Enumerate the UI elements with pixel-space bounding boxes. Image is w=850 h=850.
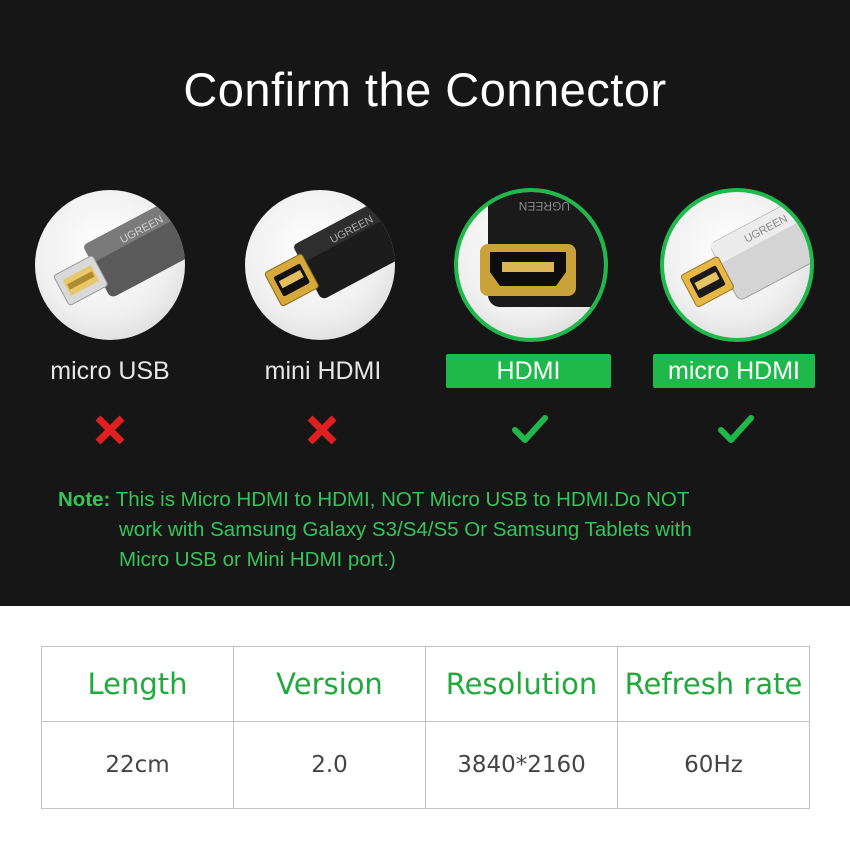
micro-usb-connector-image: UGREEN: [35, 190, 185, 340]
brand-text: UGREEN: [519, 199, 570, 213]
spec-header-version: Version: [233, 646, 426, 722]
micro-hdmi-connector-image: UGREEN: [660, 188, 814, 342]
x-mark-icon: [302, 412, 342, 446]
note-line-3: Micro USB or Mini HDMI port.): [119, 548, 396, 571]
spec-value-refresh-rate: 60Hz: [617, 721, 810, 809]
specs-value-row: 22cm 2.0 3840*2160 60Hz: [41, 721, 810, 809]
specs-table: Length Version Resolution Refresh rate 2…: [41, 646, 810, 809]
checkmark-icon: [510, 412, 550, 446]
checkmark-icon: [716, 412, 756, 446]
spec-header-refresh-rate: Refresh rate: [617, 646, 810, 722]
page-title: Confirm the Connector: [183, 63, 667, 116]
specs-header-row: Length Version Resolution Refresh rate: [41, 646, 810, 722]
note-line-1: This is Micro HDMI to HDMI, NOT Micro US…: [115, 488, 690, 511]
spec-header-resolution: Resolution: [425, 646, 618, 722]
x-mark-icon: [90, 412, 130, 446]
compatibility-note: Note: This is Micro HDMI to HDMI, NOT Mi…: [58, 485, 818, 575]
spec-header-length: Length: [41, 646, 234, 722]
connector-label-micro-usb: micro USB: [50, 357, 170, 385]
spec-value-length: 22cm: [41, 721, 234, 809]
connector-label-micro-hdmi: micro HDMI: [653, 354, 815, 388]
spec-value-resolution: 3840*2160: [425, 721, 618, 809]
connector-label-mini-hdmi: mini HDMI: [264, 357, 382, 385]
note-line-2: work with Samsung Galaxy S3/S4/S5 Or Sam…: [119, 518, 692, 541]
spec-value-version: 2.0: [233, 721, 426, 809]
mini-hdmi-connector-image: UGREEN: [245, 190, 395, 340]
note-label: Note:: [58, 488, 111, 511]
connector-label-hdmi: HDMI: [446, 354, 611, 388]
hdmi-connector-image: UGREEN: [454, 188, 608, 342]
